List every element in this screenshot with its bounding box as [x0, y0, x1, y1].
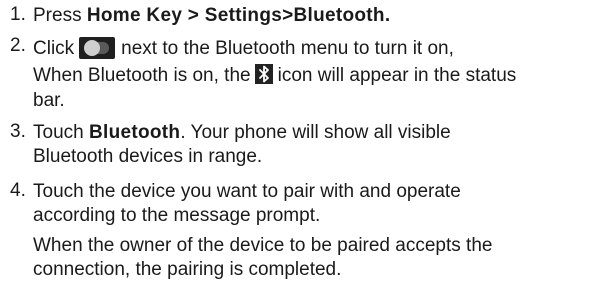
- toggle-switch-icon: [79, 37, 116, 59]
- step-2-line-2-suffix: icon will appear in the status: [277, 65, 517, 86]
- bluetooth-icon: [254, 64, 273, 84]
- step-4-line-3: When the owner of the device to be paire…: [33, 235, 493, 256]
- step-1-number: 1.: [10, 4, 26, 25]
- step-4-line-1: Touch the device you want to pair with a…: [33, 181, 461, 202]
- step-1-content: Press Home Key > Settings>Bluetooth.: [33, 4, 589, 28]
- step-3-number: 3.: [10, 121, 26, 142]
- step-2-number: 2.: [10, 35, 26, 56]
- step-3-suffix: . Your phone will show all visible: [180, 122, 451, 143]
- instruction-list: 1. Press Home Key > Settings>Bluetooth. …: [0, 0, 597, 291]
- step-2-line-2: When Bluetooth is on, the icon will appe…: [33, 62, 589, 89]
- step-3-prefix: Touch: [33, 122, 89, 143]
- step-3-line-2: Bluetooth devices in range.: [33, 146, 263, 167]
- step-1-prefix: Press: [33, 5, 87, 26]
- step-4-content: Touch the device you want to pair with a…: [33, 180, 589, 282]
- step-3-content: Touch Bluetooth. Your phone will show al…: [33, 121, 589, 169]
- step-2-line-1-suffix: next to the Bluetooth menu to turn it on…: [121, 38, 454, 59]
- step-2-line-2-prefix: When Bluetooth is on, the: [33, 65, 251, 86]
- step-1-line: Press Home Key > Settings>Bluetooth.: [33, 4, 589, 28]
- step-1-bold-path: Home Key > Settings>Bluetooth.: [86, 5, 391, 26]
- step-4-line-2: according to the message prompt.: [33, 205, 321, 226]
- step-2-content: Click next to the Bluetooth menu to turn …: [33, 35, 589, 113]
- step-4-line-4: connection, the pairing is completed.: [33, 259, 342, 280]
- step-4-number: 4.: [10, 180, 26, 201]
- step-2-line-3: bar.: [33, 90, 65, 111]
- step-3-bold: Bluetooth: [88, 122, 181, 143]
- step-2-line-1: Click next to the Bluetooth menu to turn …: [33, 35, 589, 62]
- step-2-line-1-prefix: Click: [33, 38, 75, 59]
- step-3-line-1: Touch Bluetooth. Your phone will show al…: [33, 121, 589, 145]
